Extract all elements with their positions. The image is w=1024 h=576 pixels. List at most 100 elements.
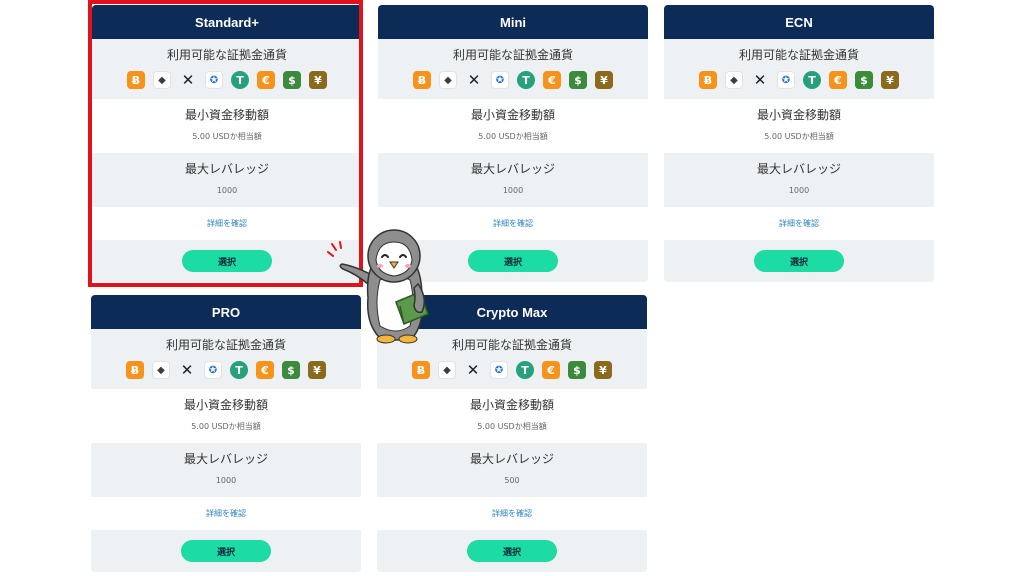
xrp-icon: ✕: [466, 361, 480, 379]
penguin-mascot-illustration: [327, 229, 429, 344]
usd-coin-icon: ✪: [491, 71, 509, 89]
card-title: Mini: [378, 5, 648, 39]
select-button[interactable]: 選択: [467, 540, 557, 562]
leverage-label: 最大レバレッジ: [469, 452, 554, 466]
min-transfer-section: 最小資金移動額 5.00 USDか相当額: [92, 99, 362, 153]
detail-link[interactable]: 詳細を確認: [207, 218, 247, 229]
xrp-icon: ✕: [181, 71, 195, 89]
usd-coin-icon: ✪: [490, 361, 508, 379]
yen-icon: ¥: [881, 71, 899, 89]
xrp-icon: ✕: [467, 71, 481, 89]
usd-coin-icon: ✪: [777, 71, 795, 89]
select-section: 選択: [91, 530, 361, 572]
min-transfer-label: 最小資金移動額: [470, 108, 555, 122]
euro-icon: €: [257, 71, 275, 89]
euro-icon: €: [542, 361, 560, 379]
detail-link[interactable]: 詳細を確認: [779, 218, 819, 229]
min-transfer-value: 5.00 USDか相当額: [478, 132, 548, 141]
ethereum-icon: ◆: [152, 361, 170, 379]
bitcoin-icon: Ƀ: [413, 71, 431, 89]
min-transfer-section: 最小資金移動額 5.00 USDか相当額: [91, 389, 361, 443]
currency-label: 利用可能な証拠金通貨: [452, 48, 573, 62]
usd-coin-icon: ✪: [205, 71, 223, 89]
leverage-label: 最大レバレッジ: [756, 162, 841, 176]
leverage-value: 1000: [502, 186, 524, 195]
xrp-icon: ✕: [180, 361, 194, 379]
leverage-label: 最大レバレッジ: [470, 162, 555, 176]
leverage-label: 最大レバレッジ: [184, 162, 269, 176]
select-section: 選択: [664, 240, 934, 282]
account-card-ecn: ECN 利用可能な証拠金通貨 Ƀ ◆ ✕ ✪ T € $ ¥ 最小資金移動額 5…: [664, 5, 934, 282]
bitcoin-icon: Ƀ: [412, 361, 430, 379]
select-button[interactable]: 選択: [182, 250, 272, 272]
min-transfer-label: 最小資金移動額: [183, 398, 268, 412]
currency-icons: Ƀ ◆ ✕ ✪ T € $ ¥: [91, 361, 361, 379]
currency-section: 利用可能な証拠金通貨 Ƀ ◆ ✕ ✪ T € $ ¥: [92, 39, 362, 99]
dollar-icon: $: [283, 71, 301, 89]
yen-icon: ¥: [595, 71, 613, 89]
select-section: 選択: [377, 530, 647, 572]
min-transfer-label: 最小資金移動額: [184, 108, 269, 122]
min-transfer-label: 最小資金移動額: [756, 108, 841, 122]
currency-icons: Ƀ ◆ ✕ ✪ T € $ ¥: [92, 71, 362, 89]
attention-marks-icon: [327, 241, 342, 257]
card-title: Standard+: [92, 5, 362, 39]
euro-icon: €: [829, 71, 847, 89]
currency-icons: Ƀ ◆ ✕ ✪ T € $ ¥: [377, 361, 647, 379]
min-transfer-section: 最小資金移動額 5.00 USDか相当額: [664, 99, 934, 153]
select-button[interactable]: 選択: [754, 250, 844, 272]
select-button[interactable]: 選択: [468, 250, 558, 272]
min-transfer-value: 5.00 USDか相当額: [764, 132, 834, 141]
tether-icon: T: [803, 71, 821, 89]
card-title: ECN: [664, 5, 934, 39]
bitcoin-icon: Ƀ: [699, 71, 717, 89]
currency-icons: Ƀ ◆ ✕ ✪ T € $ ¥: [378, 71, 648, 89]
currency-section: 利用可能な証拠金通貨 Ƀ ◆ ✕ ✪ T € $ ¥: [664, 39, 934, 99]
currency-label: 利用可能な証拠金通貨: [738, 48, 859, 62]
min-transfer-value: 5.00 USDか相当額: [477, 422, 547, 431]
ethereum-icon: ◆: [153, 71, 171, 89]
leverage-label: 最大レバレッジ: [183, 452, 268, 466]
dollar-icon: $: [855, 71, 873, 89]
leverage-value: 500: [504, 476, 520, 485]
detail-link[interactable]: 詳細を確認: [493, 218, 533, 229]
usd-coin-icon: ✪: [204, 361, 222, 379]
detail-section: 詳細を確認: [664, 207, 934, 240]
leverage-value: 1000: [216, 186, 238, 195]
currency-icons: Ƀ ◆ ✕ ✪ T € $ ¥: [664, 71, 934, 89]
leverage-section: 最大レバレッジ 1000: [378, 153, 648, 207]
detail-section: 詳細を確認: [377, 497, 647, 530]
detail-link[interactable]: 詳細を確認: [206, 508, 246, 519]
ethereum-icon: ◆: [438, 361, 456, 379]
xrp-icon: ✕: [753, 71, 767, 89]
leverage-value: 1000: [215, 476, 237, 485]
euro-icon: €: [256, 361, 274, 379]
min-transfer-section: 最小資金移動額 5.00 USDか相当額: [377, 389, 647, 443]
min-transfer-label: 最小資金移動額: [469, 398, 554, 412]
dollar-icon: $: [282, 361, 300, 379]
tether-icon: T: [230, 361, 248, 379]
bitcoin-icon: Ƀ: [127, 71, 145, 89]
min-transfer-value: 5.00 USDか相当額: [192, 132, 262, 141]
yen-icon: ¥: [594, 361, 612, 379]
dollar-icon: $: [568, 361, 586, 379]
bitcoin-icon: Ƀ: [126, 361, 144, 379]
detail-link[interactable]: 詳細を確認: [492, 508, 532, 519]
min-transfer-section: 最小資金移動額 5.00 USDか相当額: [378, 99, 648, 153]
leverage-section: 最大レバレッジ 1000: [664, 153, 934, 207]
tether-icon: T: [517, 71, 535, 89]
leverage-section: 最大レバレッジ 1000: [92, 153, 362, 207]
ethereum-icon: ◆: [725, 71, 743, 89]
detail-section: 詳細を確認: [91, 497, 361, 530]
select-button[interactable]: 選択: [181, 540, 271, 562]
euro-icon: €: [543, 71, 561, 89]
dollar-icon: $: [569, 71, 587, 89]
yen-icon: ¥: [309, 71, 327, 89]
ethereum-icon: ◆: [439, 71, 457, 89]
leverage-value: 1000: [788, 186, 810, 195]
currency-label: 利用可能な証拠金通貨: [166, 48, 287, 62]
currency-section: 利用可能な証拠金通貨 Ƀ ◆ ✕ ✪ T € $ ¥: [378, 39, 648, 99]
leverage-section: 最大レバレッジ 1000: [91, 443, 361, 497]
leverage-section: 最大レバレッジ 500: [377, 443, 647, 497]
min-transfer-value: 5.00 USDか相当額: [191, 422, 261, 431]
